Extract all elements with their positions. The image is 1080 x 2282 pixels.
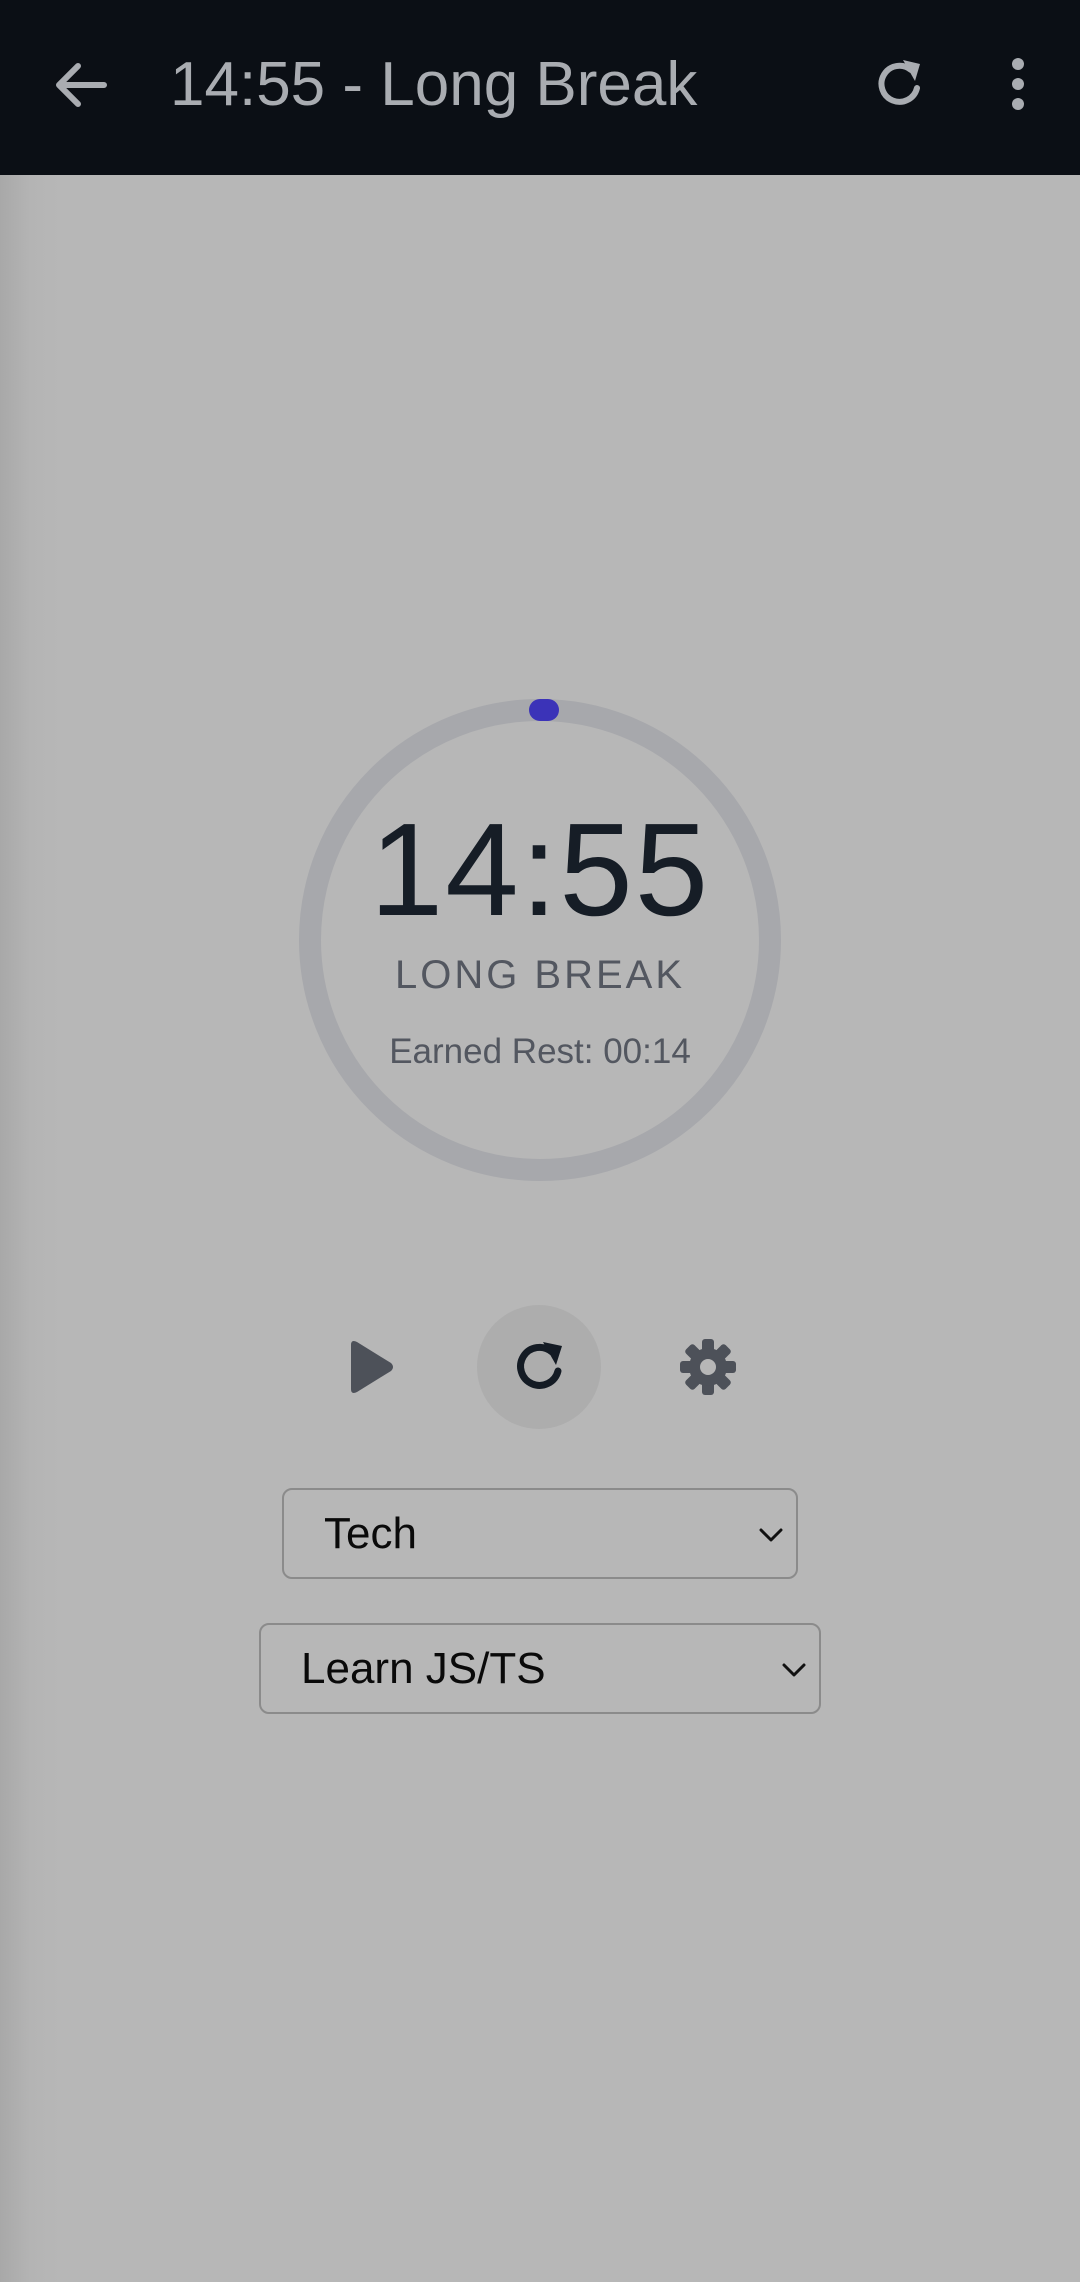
chevron-down-icon (782, 1663, 806, 1677)
timer-display: 14:55 (369, 796, 711, 943)
progress-indicator (529, 699, 559, 721)
page-title: 14:55 - Long Break (170, 50, 698, 119)
main-content (0, 175, 1080, 2282)
category-select[interactable]: Tech (282, 1488, 798, 1579)
reset-icon (517, 1342, 562, 1389)
play-button[interactable] (330, 1305, 410, 1429)
reload-icon[interactable] (870, 54, 930, 114)
earned-rest-label: Earned Rest: 00:14 (389, 1032, 691, 1071)
gear-icon (680, 1339, 736, 1395)
settings-button[interactable] (668, 1305, 748, 1429)
project-select[interactable]: Learn JS/TS (259, 1623, 821, 1714)
category-select-value: Tech (324, 1509, 417, 1558)
more-vertical-icon[interactable] (1000, 54, 1036, 114)
project-select-value: Learn JS/TS (301, 1644, 546, 1693)
play-icon (351, 1341, 393, 1393)
timer-mode-label: LONG BREAK (394, 953, 686, 997)
reset-button[interactable] (477, 1305, 601, 1429)
app-bar: 14:55 - Long Break (0, 0, 1080, 175)
back-arrow-icon[interactable] (50, 55, 110, 115)
chevron-down-icon (759, 1528, 783, 1542)
